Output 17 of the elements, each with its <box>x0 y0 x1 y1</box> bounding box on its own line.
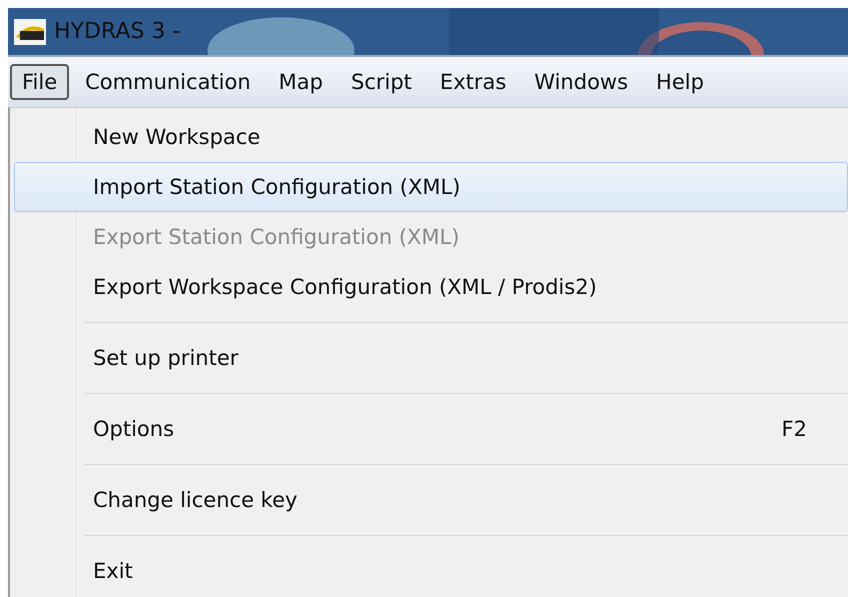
menu-item[interactable]: Export Workspace Configuration (XML / Prodis2) <box>14 262 848 312</box>
menu-item[interactable]: Options F2 <box>14 404 848 454</box>
menu-item[interactable]: Import Station Configuration (XML) <box>14 162 848 212</box>
app-logo-icon <box>14 18 46 44</box>
menu-item[interactable]: New Workspace <box>14 112 848 162</box>
window-title: HYDRAS 3 - <box>54 19 180 44</box>
menu-bar-item[interactable]: Map <box>266 64 335 100</box>
menu-bar-item[interactable]: Communication <box>73 64 263 100</box>
shortcut-key: F2 <box>782 417 807 441</box>
menu-bar-item[interactable]: Extras <box>428 64 518 100</box>
menu-item[interactable]: Change licence key <box>14 475 848 525</box>
menu-bar-item[interactable]: Script <box>339 64 424 100</box>
menu-bar-item[interactable]: Help <box>644 64 716 100</box>
menu-item[interactable]: Exit <box>14 546 848 596</box>
menu-bar-item[interactable]: Windows <box>522 64 640 100</box>
menu-bar-item[interactable]: File <box>10 64 70 100</box>
menu-item[interactable]: Set up printer <box>14 333 848 383</box>
